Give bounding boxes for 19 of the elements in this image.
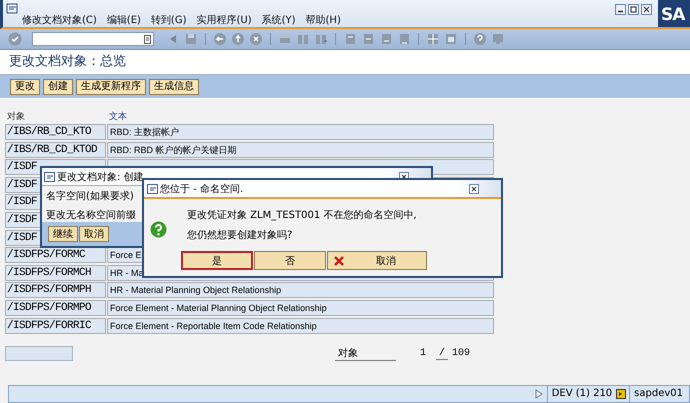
message-text: 更改无名称空间前缀: [46, 208, 136, 222]
page-number: 1: [418, 348, 427, 360]
server-name: sapdev01: [629, 386, 689, 402]
text-cell: Force Element - Material Planning Object Relationship: [107, 300, 494, 316]
column-header: 对象: [6, 110, 26, 122]
text-cell: HR - Material Planning Object Relationship: [107, 282, 494, 298]
logo: SA: [658, 0, 690, 27]
pager-separator: /: [436, 348, 448, 360]
text-cell: Force Element - Reportable Item Code Relationship: [107, 318, 494, 334]
screen-title: 更改文档对象：总览: [0, 50, 690, 75]
pager-label: 对象: [335, 346, 396, 362]
message-text: 您仍然想要创建对象吗?: [187, 228, 294, 242]
page-total: 109: [451, 348, 470, 360]
text-cell: RBD: RBD 帐户的帐户关键日期: [107, 142, 494, 158]
message-text: 名字空间(如果要求): [46, 190, 135, 202]
dialog-title: 您位于 - 命名空间.: [160, 182, 244, 196]
dialog-title: 更改文档对象: 创建: [57, 170, 145, 184]
message-text: 更改凭证对象 ZLM_TEST001 不在您的命名空间中,: [187, 208, 417, 222]
text-cell: RBD: 主数据帐户: [107, 124, 494, 140]
